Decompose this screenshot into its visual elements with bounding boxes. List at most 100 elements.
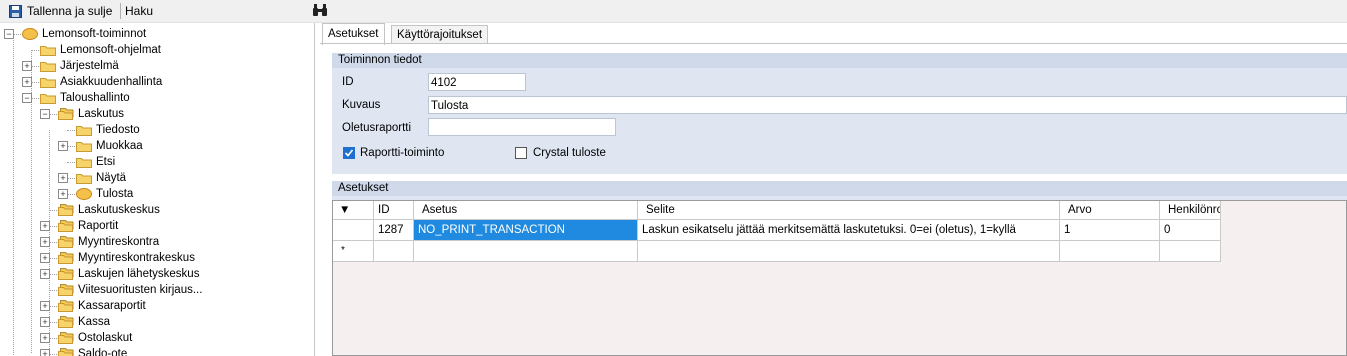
collapse-icon[interactable]: − — [22, 93, 32, 103]
new-cell-description[interactable] — [638, 241, 1060, 262]
folder-icon — [76, 142, 92, 152]
settings-header: Asetukset — [332, 181, 1347, 196]
tree-item[interactable]: + Saldo-ote — [40, 346, 314, 356]
tree-item[interactable]: Lemonsoft-ohjelmat — [22, 42, 314, 58]
tree-item-label: Muokkaa — [96, 140, 143, 152]
crystal-report-checkbox[interactable] — [515, 147, 527, 159]
expand-icon[interactable]: + — [40, 349, 50, 356]
binoculars-icon[interactable] — [312, 3, 328, 17]
tree-item-label: Lemonsoft-ohjelmat — [60, 44, 161, 56]
function-info-title: Toiminnon tiedot — [338, 54, 422, 66]
row-header-marker[interactable]: ▼ — [333, 201, 374, 220]
column-header-description[interactable]: Selite — [638, 201, 1060, 220]
column-header-person-number[interactable]: Henkilönro — [1160, 201, 1221, 220]
new-cell-value[interactable] — [1060, 241, 1160, 262]
tree-item-label: Kassaraportit — [78, 300, 146, 312]
tree-item[interactable]: Viitesuoritusten kirjaus... — [40, 282, 314, 298]
tree-item[interactable]: + Myyntireskontra — [40, 234, 314, 250]
settings-grid[interactable]: ▼ ID Asetus Selite Arvo Henkilönro 1287 … — [332, 200, 1347, 356]
settings-title: Asetukset — [338, 182, 389, 194]
folder-stack-icon — [58, 284, 74, 296]
cell-description[interactable]: Laskun esikatselu jättää merkitsemättä l… — [638, 220, 1060, 241]
cell-id[interactable]: 1287 — [374, 220, 414, 241]
folder-stack-icon — [58, 300, 74, 312]
description-label: Kuvaus — [342, 99, 381, 111]
tree-item[interactable]: + Ostolaskut — [40, 330, 314, 346]
tree-item-label: Asiakkuudenhallinta — [60, 76, 163, 88]
search-button[interactable]: Haku — [125, 3, 153, 19]
tree-item[interactable]: Tiedosto — [58, 122, 314, 138]
tree-item[interactable]: Laskutuskeskus — [40, 202, 314, 218]
expand-icon[interactable]: + — [58, 141, 68, 151]
tree-item-label: Lemonsoft-toiminnot — [42, 28, 147, 40]
row-selector[interactable] — [333, 220, 374, 241]
folder-icon — [40, 94, 56, 104]
expand-icon[interactable]: + — [22, 77, 32, 87]
tree-item[interactable]: − Lemonsoft-toiminnot — [4, 26, 314, 42]
report-function-label: Raportti-toiminto — [360, 147, 445, 159]
cell-person-number[interactable]: 0 — [1160, 220, 1221, 241]
expand-icon[interactable]: + — [40, 301, 50, 311]
id-label: ID — [342, 76, 354, 88]
tree-item-label: Näytä — [96, 172, 127, 184]
description-field[interactable]: Tulosta — [428, 96, 1347, 114]
folder-icon — [76, 174, 92, 184]
tree-item[interactable]: + Myyntireskontrakeskus — [40, 250, 314, 266]
expand-icon[interactable]: + — [22, 61, 32, 71]
cell-setting[interactable]: NO_PRINT_TRANSACTION — [414, 220, 638, 241]
tab-settings[interactable]: Asetukset — [322, 23, 385, 45]
column-header-setting[interactable]: Asetus — [414, 201, 638, 220]
expand-icon[interactable]: + — [58, 189, 68, 199]
save-and-close-label: Tallenna ja sulje — [27, 4, 113, 18]
tree-item-label: Raportit — [78, 220, 119, 232]
folder-stack-icon — [58, 268, 74, 280]
tree-item[interactable]: + Laskujen lähetyskeskus — [40, 266, 314, 282]
tree-item[interactable]: + Järjestelmä — [22, 58, 314, 74]
tree-item[interactable]: + Näytä — [58, 170, 314, 186]
collapse-icon[interactable]: − — [40, 109, 50, 119]
tree-item[interactable]: + Kassa — [40, 314, 314, 330]
expand-icon[interactable]: + — [40, 269, 50, 279]
default-report-field[interactable] — [428, 118, 616, 136]
report-function-checkbox[interactable] — [343, 147, 355, 159]
folder-stack-icon — [58, 252, 74, 264]
expand-icon[interactable]: + — [40, 253, 50, 263]
expand-icon[interactable]: + — [58, 173, 68, 183]
expand-icon[interactable]: + — [40, 333, 50, 343]
module-disk-icon — [22, 28, 38, 40]
folder-icon — [40, 78, 56, 88]
new-cell-id[interactable] — [374, 241, 414, 262]
new-cell-setting[interactable] — [414, 241, 638, 262]
expand-icon[interactable]: + — [40, 237, 50, 247]
tab-divider — [320, 43, 1347, 44]
expand-icon[interactable]: + — [40, 221, 50, 231]
column-header-id[interactable]: ID — [374, 201, 414, 220]
tree-item[interactable]: − Taloushallinto — [22, 90, 314, 106]
new-row-marker[interactable]: * — [333, 241, 374, 262]
id-field[interactable]: 4102 — [428, 73, 526, 91]
tree-item[interactable]: − Laskutus — [40, 106, 314, 122]
tree-item[interactable]: + Muokkaa — [58, 138, 314, 154]
tree-guide-line — [13, 34, 14, 356]
collapse-icon[interactable]: − — [4, 29, 14, 39]
folder-stack-icon — [58, 220, 74, 232]
cell-value[interactable]: 1 — [1060, 220, 1160, 241]
folder-stack-icon — [58, 108, 74, 120]
tree-item[interactable]: + Kassaraportit — [40, 298, 314, 314]
tree-item-label: Myyntireskontra — [78, 236, 160, 248]
function-tree[interactable]: − Lemonsoft-toiminnot Lemonsoft-ohjelmat + J… — [0, 23, 315, 356]
tree-item[interactable]: Etsi — [58, 154, 314, 170]
folder-stack-icon — [58, 316, 74, 328]
settings-group: Asetukset ▼ ID Asetus Selite Arvo Henkil… — [332, 181, 1347, 356]
new-cell-person-number[interactable] — [1160, 241, 1221, 262]
toolbar-separator — [120, 3, 121, 19]
column-header-value[interactable]: Arvo — [1060, 201, 1160, 220]
tree-item[interactable]: + Raportit — [40, 218, 314, 234]
tree-item[interactable]: + Asiakkuudenhallinta — [22, 74, 314, 90]
tree-item[interactable]: + Tulosta — [58, 186, 314, 202]
folder-icon — [40, 62, 56, 72]
expand-icon[interactable]: + — [40, 317, 50, 327]
tree-item-label: Laskutus — [78, 108, 125, 120]
folder-icon — [76, 158, 92, 168]
tab-restrictions[interactable]: Käyttörajoitukset — [391, 25, 489, 44]
